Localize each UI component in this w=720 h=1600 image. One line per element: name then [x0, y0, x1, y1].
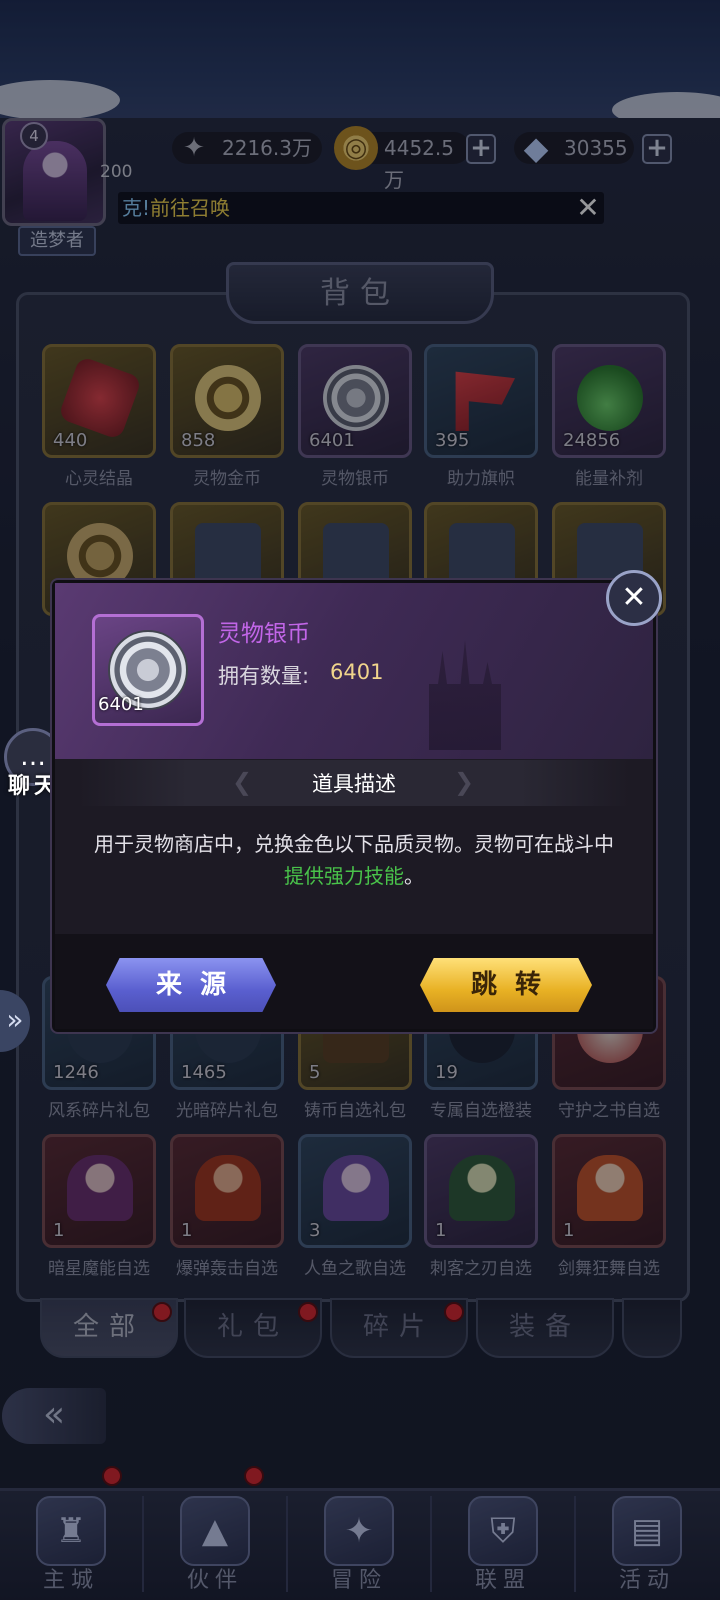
source-button[interactable]: 来源: [106, 958, 276, 1012]
owned-quantity-value: 6401: [330, 660, 384, 684]
item-description: 用于灵物商店中，兑换金色以下品质灵物。灵物可在战斗中提供强力技能。: [94, 832, 614, 888]
popup-item-count: 6401: [98, 694, 144, 715]
description-highlight: 提供强力技能: [284, 864, 404, 888]
description-title: 道具描述: [312, 772, 396, 796]
popup-item-name: 灵物银币: [218, 621, 310, 647]
owned-quantity-label: 拥有数量:: [218, 664, 310, 688]
jump-button[interactable]: 跳转: [420, 958, 592, 1012]
popup-close-icon[interactable]: ✕: [606, 570, 662, 626]
